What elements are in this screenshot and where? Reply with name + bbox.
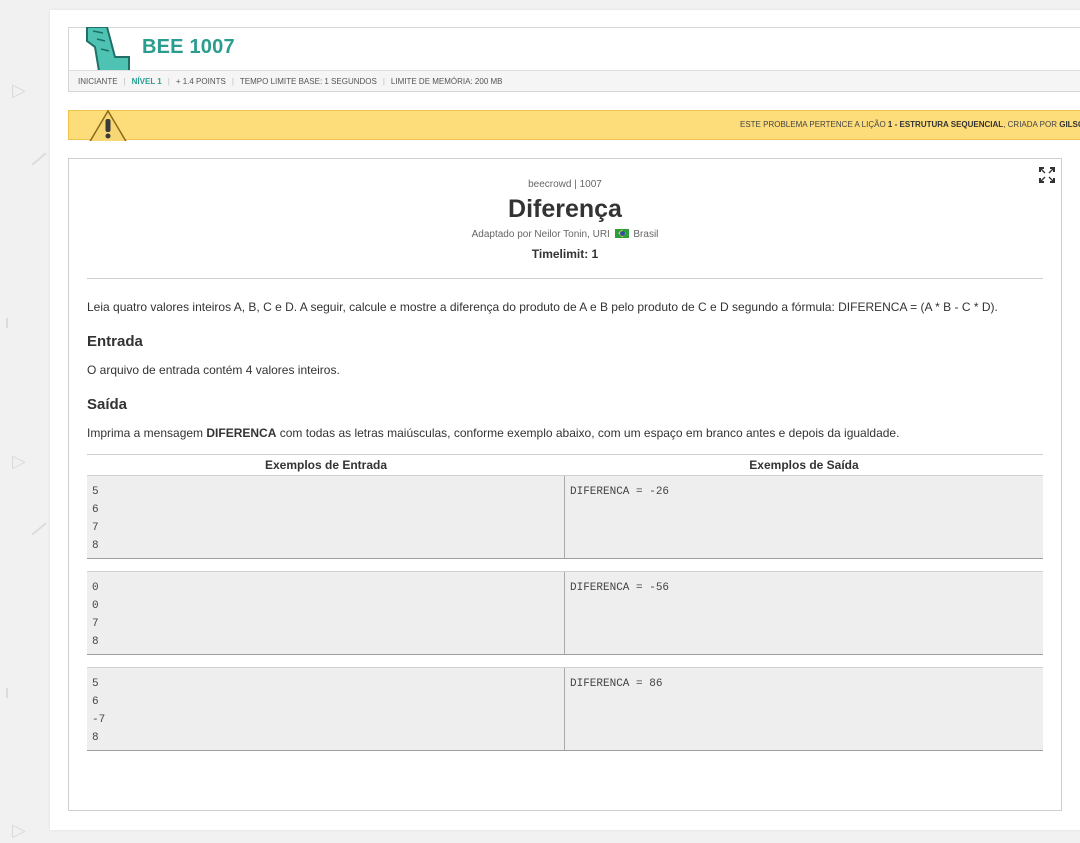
problem-source: beecrowd | 1007 bbox=[528, 179, 602, 190]
example-input[interactable]: 5 6 7 8 bbox=[87, 476, 565, 558]
bee-logo-icon bbox=[85, 27, 133, 71]
lesson-link[interactable]: 1 - ESTRUTURA SEQUENCIAL bbox=[888, 120, 1003, 129]
bg-triangle-icon: ▷ bbox=[12, 820, 26, 840]
timelimit-label: Timelimit: 1 bbox=[531, 247, 599, 261]
example-output[interactable]: DIFERENCA = -26 bbox=[565, 476, 1043, 558]
example-input[interactable]: 0 0 7 8 bbox=[87, 572, 565, 654]
lesson-author-link[interactable]: GILSON F bbox=[1059, 120, 1080, 129]
time-limit-label: TEMPO LIMITE BASE: 1 SEGUNDOS bbox=[239, 77, 377, 86]
lesson-text: ESTE PROBLEMA PERTENCE A LIÇÃO 1 - ESTRU… bbox=[740, 111, 1080, 139]
example-output[interactable]: DIFERENCA = -56 bbox=[565, 572, 1043, 654]
example-row: 0 0 7 8 DIFERENCA = -56 bbox=[87, 572, 1043, 655]
output-prefix: Imprima a mensagem bbox=[87, 426, 204, 440]
author-text: Adaptado por Neilor Tonin, URI bbox=[471, 229, 610, 240]
bg-line-decoration bbox=[31, 152, 47, 166]
lesson-middle: , CRIADA POR bbox=[1003, 120, 1057, 129]
example-spacer bbox=[87, 655, 1043, 668]
problem-code-title: BEE 1007 bbox=[142, 36, 235, 58]
output-heading: Saída bbox=[87, 396, 128, 413]
input-heading: Entrada bbox=[87, 333, 143, 350]
bg-tick-decoration bbox=[6, 688, 8, 698]
problem-statement-box: beecrowd | 1007 Diferença Adaptado por N… bbox=[68, 158, 1062, 811]
examples-table: Exemplos de Entrada Exemplos de Saída 5 … bbox=[87, 454, 1043, 751]
category-label[interactable]: INICIANTE bbox=[78, 77, 118, 86]
input-description: O arquivo de entrada contém 4 valores in… bbox=[87, 363, 340, 377]
bg-line-decoration bbox=[31, 522, 47, 536]
problem-description: Leia quatro valores inteiros A, B, C e D… bbox=[87, 300, 998, 314]
example-output[interactable]: DIFERENCA = 86 bbox=[565, 668, 1043, 750]
problem-header: BEE 1007 INICIANTE | NÍVEL 1 | + 1.4 POINTS |… bbox=[68, 27, 1080, 92]
warning-icon bbox=[83, 109, 133, 144]
brazil-flag-icon bbox=[614, 229, 629, 238]
problem-meta-bar: INICIANTE | NÍVEL 1 | + 1.4 POINTS | TEMPO LIM… bbox=[69, 70, 1080, 91]
problem-author: Adaptado por Neilor Tonin, URI Brasil bbox=[69, 229, 1061, 240]
country-label: Brasil bbox=[633, 229, 659, 240]
output-keyword: DIFERENCA bbox=[206, 426, 277, 440]
lesson-banner: ESTE PROBLEMA PERTENCE A LIÇÃO 1 - ESTRU… bbox=[68, 109, 1080, 144]
bg-tick-decoration bbox=[6, 318, 8, 328]
output-description: Imprima a mensagem DIFERENCA com todas a… bbox=[87, 426, 899, 440]
example-input[interactable]: 5 6 -7 8 bbox=[87, 668, 565, 750]
problem-title: Diferença bbox=[508, 195, 622, 223]
bg-triangle-icon: ▷ bbox=[12, 80, 26, 100]
output-examples-header: Exemplos de Saída bbox=[749, 458, 859, 472]
bg-triangle-icon: ▷ bbox=[12, 451, 26, 471]
points-label: + 1.4 POINTS bbox=[175, 77, 226, 86]
input-examples-header: Exemplos de Entrada bbox=[264, 458, 388, 472]
divider bbox=[87, 278, 1043, 279]
level-label: NÍVEL 1 bbox=[131, 77, 162, 86]
lesson-prefix: ESTE PROBLEMA PERTENCE A LIÇÃO bbox=[740, 120, 886, 129]
example-row: 5 6 -7 8 DIFERENCA = 86 bbox=[87, 668, 1043, 751]
example-row: 5 6 7 8 DIFERENCA = -26 bbox=[87, 476, 1043, 559]
examples-header: Exemplos de Entrada Exemplos de Saída bbox=[87, 455, 1043, 476]
example-spacer bbox=[87, 559, 1043, 572]
output-suffix: com todas as letras maiúsculas, conforme… bbox=[279, 426, 900, 440]
memory-limit-label: LIMITE DE MEMÓRIA: 200 MB bbox=[390, 77, 503, 86]
problem-card: BEE 1007 INICIANTE | NÍVEL 1 | + 1.4 POINTS |… bbox=[50, 10, 1080, 830]
